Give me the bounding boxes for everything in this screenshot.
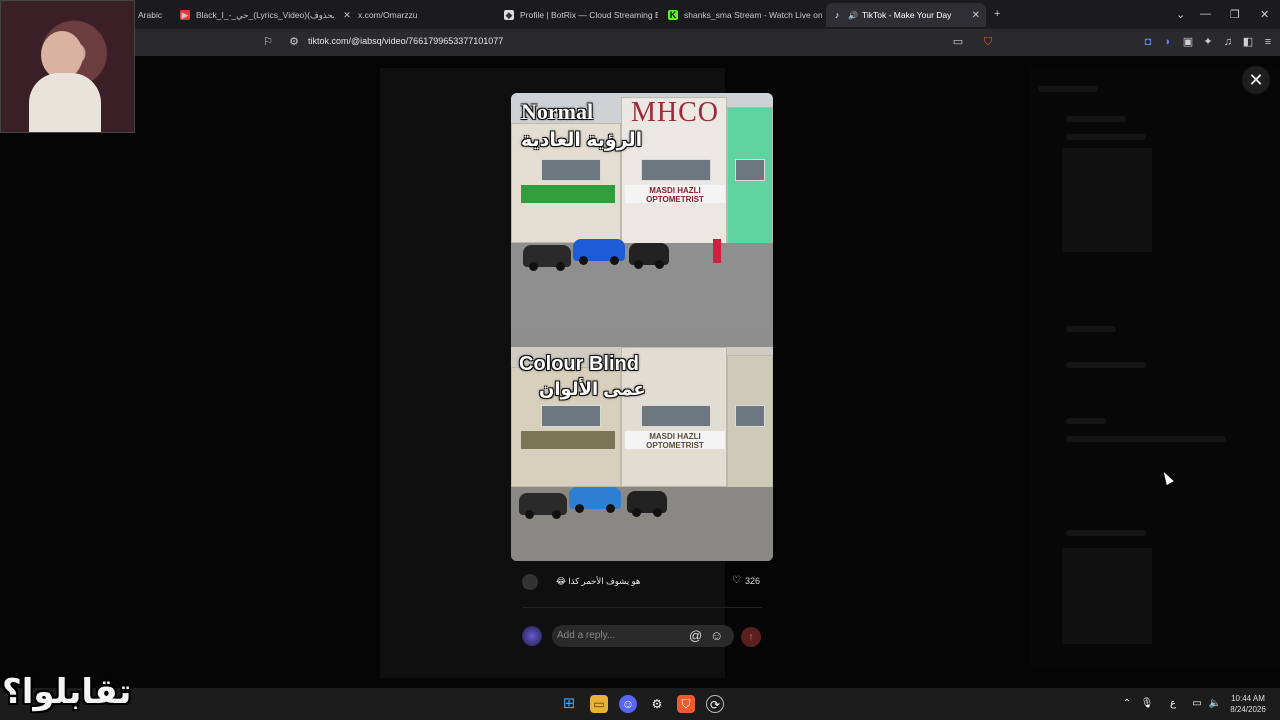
video-frame-colorblind: MASDI HAZLI OPTOMETRIST Colour Blind عمى… bbox=[511, 347, 773, 561]
video-frame-normal: MASDI HAZLI OPTOMETRIST MHCO Normal الرؤ… bbox=[511, 93, 773, 327]
shop-sign-bottom: MASDI HAZLI OPTOMETRIST bbox=[625, 431, 725, 450]
tab-kick[interactable]: K shanks_sma Stream - Watch Live on bbox=[662, 3, 822, 27]
site-info-icon[interactable]: ⚙ bbox=[288, 36, 300, 48]
minimize-icon[interactable]: — bbox=[1200, 8, 1211, 20]
clock-date[interactable]: 8/24/2026 bbox=[1226, 705, 1270, 714]
divider bbox=[522, 607, 762, 608]
mention-icon[interactable]: @ bbox=[689, 628, 702, 643]
tab-botrix[interactable]: ◆ Profile | BotRix — Cloud Streaming B bbox=[498, 3, 658, 27]
bitwarden-icon[interactable]: ◘ bbox=[1142, 36, 1154, 48]
tab-search-icon[interactable]: ⌄ bbox=[1176, 8, 1185, 21]
volume-icon[interactable]: 🔈 bbox=[1206, 695, 1224, 713]
bookmark-icon[interactable]: ⚐ bbox=[262, 36, 274, 48]
keyboard-language[interactable]: ع bbox=[1164, 695, 1182, 713]
tab-tiktok[interactable]: ♪ 🔊 TikTok - Make Your Day ✕ bbox=[826, 3, 986, 27]
media-icon[interactable]: ♫ bbox=[1222, 36, 1234, 48]
steam-icon[interactable]: ⚙ bbox=[648, 695, 666, 713]
brave-shield-icon[interactable]: ⛉ bbox=[982, 36, 994, 48]
comments-panel-dimmed bbox=[1030, 66, 1280, 666]
frame-divider bbox=[511, 327, 773, 347]
sidebar-icon[interactable]: ◧ bbox=[1242, 36, 1254, 48]
cast-icon[interactable]: ▭ bbox=[952, 36, 964, 48]
send-button[interactable]: ↑ bbox=[741, 627, 761, 647]
avatar[interactable] bbox=[522, 574, 538, 590]
file-explorer-icon[interactable]: ▭ bbox=[590, 695, 608, 713]
audio-icon: 🔊 bbox=[848, 10, 858, 20]
heart-icon[interactable]: ♡ bbox=[732, 575, 741, 586]
menu-icon[interactable]: ≡ bbox=[1262, 36, 1274, 48]
reply-input[interactable]: Add a reply... @ ☺ bbox=[552, 625, 734, 647]
tab-arabic[interactable]: Arabic bbox=[132, 3, 172, 27]
colorblind-label-arabic: عمى الألوان bbox=[539, 379, 646, 399]
normal-label: Normal bbox=[521, 99, 594, 124]
x-icon: ✕ bbox=[343, 10, 351, 20]
network-icon[interactable]: ▭ bbox=[1188, 695, 1206, 713]
brave-icon[interactable]: ⛉ bbox=[677, 695, 695, 713]
tab-label: Arabic bbox=[138, 10, 163, 20]
tab-label: shanks_sma Stream - Watch Live on bbox=[684, 10, 822, 20]
kick-icon: K bbox=[668, 10, 678, 20]
user-avatar bbox=[522, 626, 542, 646]
emoji-icon[interactable]: ☺ bbox=[710, 628, 723, 643]
twitch-icon[interactable]: ▣ bbox=[1182, 36, 1194, 48]
url-text[interactable]: tiktok.com/@iabsq/video/7661799653377101… bbox=[308, 36, 503, 46]
video-player[interactable]: MASDI HAZLI OPTOMETRIST MHCO Normal الرؤ… bbox=[511, 93, 773, 561]
normal-label-arabic: الرؤية العادية bbox=[521, 130, 643, 151]
webcam-overlay bbox=[0, 0, 135, 133]
discord-icon[interactable]: ☺ bbox=[619, 695, 637, 713]
window-close-icon[interactable]: ✕ bbox=[1260, 8, 1269, 21]
app-icon[interactable]: ⟳ bbox=[706, 695, 724, 713]
comment-text: هو يشوف الأحمر كذا 😂 bbox=[556, 576, 641, 586]
address-bar: ⚐ ⚙ tiktok.com/@iabsq/video/766179965337… bbox=[0, 29, 1280, 56]
start-icon[interactable]: ⊞ bbox=[560, 695, 578, 713]
microphone-icon[interactable]: 🎙 bbox=[1138, 695, 1156, 713]
shop-logo: MHCO bbox=[631, 97, 720, 128]
like-count: 326 bbox=[745, 576, 761, 586]
botrix-icon: ◆ bbox=[504, 10, 514, 20]
tab-x[interactable]: ✕ x.com/Omarzzu bbox=[336, 3, 496, 27]
tray-chevron-icon[interactable]: ⌃ bbox=[1118, 695, 1136, 713]
new-tab-icon[interactable]: + bbox=[994, 8, 1000, 20]
tab-label: Profile | BotRix — Cloud Streaming B bbox=[520, 10, 658, 20]
restore-icon[interactable]: ❐ bbox=[1230, 8, 1240, 21]
close-modal-button[interactable]: ✕ bbox=[1242, 66, 1270, 94]
comment-item: هو يشوف الأحمر كذا 😂 ♡ 326 bbox=[522, 572, 767, 592]
tab-label: x.com/Omarzzu bbox=[358, 10, 418, 20]
reply-placeholder: Add a reply... bbox=[557, 630, 616, 641]
extension-audio-icon[interactable]: ◗ bbox=[1162, 36, 1174, 48]
browser-tabbar: Arabic ▶ Black_I_-_حي_(Lyrics_Video)(محذ… bbox=[0, 0, 1280, 29]
tiktok-icon: ♪ bbox=[834, 10, 840, 20]
tab-label: TikTok - Make Your Day bbox=[861, 10, 952, 20]
colorblind-label: Colour Blind bbox=[519, 353, 639, 375]
tab-youtube[interactable]: ▶ Black_I_-_حي_(Lyrics_Video)(محذوف) - bbox=[174, 3, 334, 27]
windows-taskbar: ⊞ ▭ ☺ ⚙ ⛉ ⟳ ⌃ 🎙 ع ▭ 🔈 10:44 AM 8/24/2026 bbox=[0, 688, 1280, 720]
tab-close-icon[interactable]: ✕ bbox=[972, 10, 980, 21]
shop-sign: MASDI HAZLI OPTOMETRIST bbox=[625, 185, 725, 204]
extensions-icon[interactable]: ✦ bbox=[1202, 36, 1214, 48]
clock-time[interactable]: 10:44 AM bbox=[1226, 694, 1270, 703]
youtube-icon: ▶ bbox=[180, 10, 190, 20]
watermark-text: تقابلوا؟ bbox=[2, 673, 132, 711]
tab-label: Black_I_-_حي_(Lyrics_Video)(محذوف) - bbox=[196, 9, 334, 20]
